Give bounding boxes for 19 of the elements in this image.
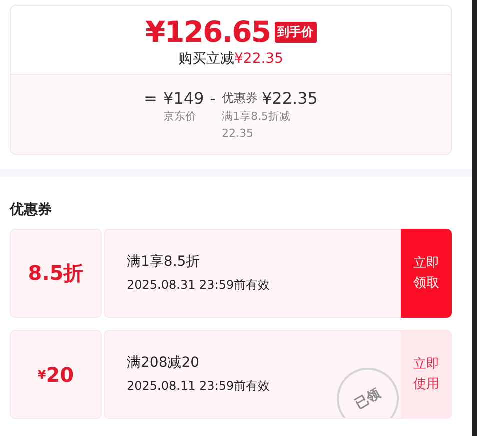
coupon-note: 满1享8.5折减 22.35 — [222, 109, 290, 142]
coupon-validity: 2025.08.31 23:59前有效 — [127, 277, 272, 294]
minus-sign: - — [210, 89, 216, 110]
section-title: 优惠券 — [8, 201, 53, 219]
coupon-label: 优惠券 — [222, 90, 258, 107]
coupon-value: 8.5折 — [10, 229, 102, 318]
final-price: ¥126.65 — [145, 16, 271, 48]
saving-text: 购买立减¥22.35 — [178, 50, 284, 68]
coupon-validity: 2025.08.11 23:59前有效 — [127, 378, 272, 395]
base-price: ¥149 — [163, 89, 204, 108]
coupon-value: ¥20 — [10, 330, 102, 419]
base-price-label: 京东价 — [163, 109, 196, 125]
coupon-action-button[interactable]: 立即领取 — [401, 229, 452, 318]
coupon-amount: ¥22.35 — [262, 89, 318, 108]
coupon-title: 满208减20 — [127, 354, 201, 372]
final-price-tag: 到手价 — [274, 22, 317, 42]
coupon-action-button[interactable]: 立即使用 — [401, 330, 452, 419]
coupon-title: 满1享8.5折 — [127, 253, 202, 271]
equals-sign: = — [144, 89, 158, 110]
